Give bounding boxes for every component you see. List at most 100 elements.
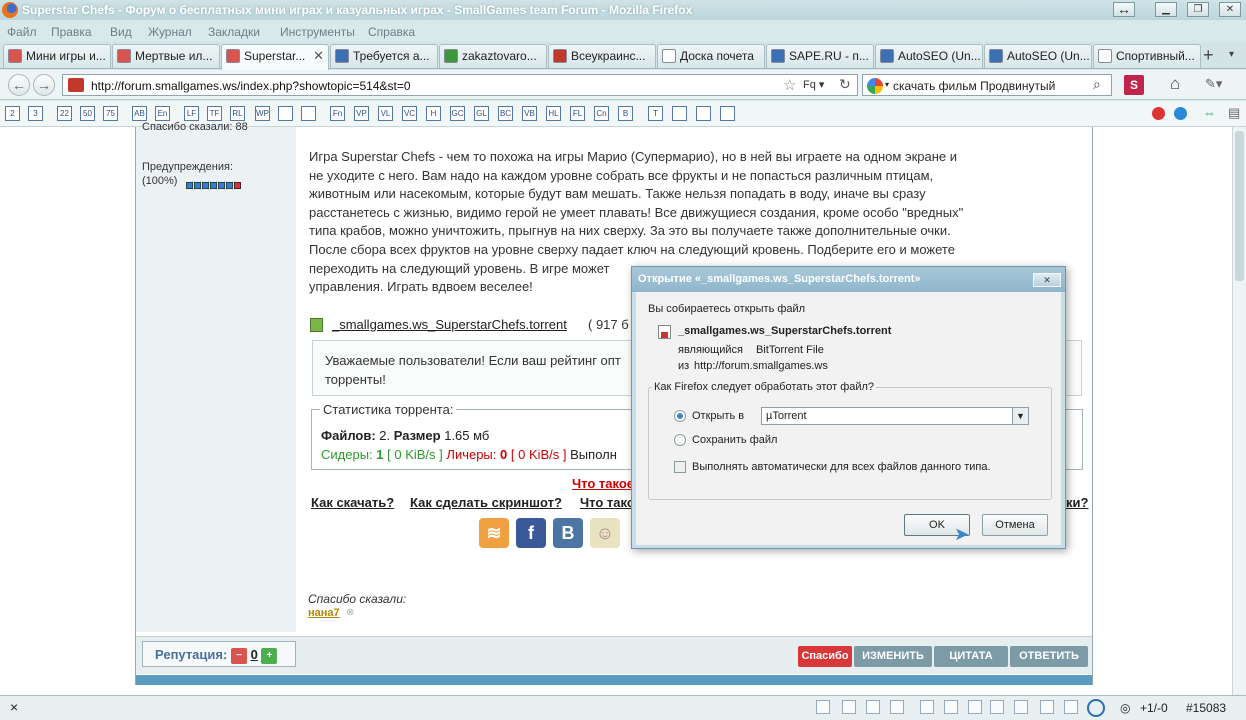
- tab-3[interactable]: Требуется а...: [330, 44, 438, 68]
- bbcode-button-17[interactable]: H: [426, 106, 441, 121]
- save-file-radio[interactable]: [674, 434, 686, 446]
- tab-list-chevron-icon[interactable]: ▾: [1229, 49, 1234, 60]
- page-scrollbar[interactable]: [1232, 127, 1246, 695]
- bbcode-button-18[interactable]: GC: [450, 106, 465, 121]
- cancel-button[interactable]: Отмена: [982, 514, 1048, 536]
- menu-tools[interactable]: Инструменты: [280, 25, 355, 39]
- bbcode-button-6[interactable]: En: [155, 106, 170, 121]
- bbcode-button-21[interactable]: VB: [522, 106, 537, 121]
- bbcode-button-4[interactable]: 75: [103, 106, 118, 121]
- tab-10[interactable]: Спортивный...: [1093, 44, 1201, 68]
- forward-arrow-icon[interactable]: →: [33, 74, 55, 96]
- bbcode-button-5[interactable]: AB: [132, 106, 147, 121]
- rep-down-icon[interactable]: −: [230, 647, 247, 664]
- tab-4[interactable]: zakaztovaro...: [439, 44, 547, 68]
- vkontakte-share-icon[interactable]: B: [553, 518, 583, 548]
- what-is-link-2[interactable]: Что тако: [580, 495, 635, 510]
- bbcode-button-1[interactable]: 3: [28, 106, 43, 121]
- bbcode-button-20[interactable]: BC: [498, 106, 513, 121]
- edit-button[interactable]: ИЗМЕНИТЬ: [854, 646, 932, 667]
- thanks-user-link[interactable]: нана7: [308, 607, 340, 619]
- status-extra-icon[interactable]: [1014, 700, 1028, 714]
- maximize-button[interactable]: ❐: [1187, 2, 1209, 17]
- home-icon[interactable]: ⌂: [1170, 74, 1180, 94]
- bbcode-button-10[interactable]: WP: [255, 106, 270, 121]
- resize-addon-icon[interactable]: ⇔: [1203, 105, 1216, 120]
- bbcode-button-8[interactable]: TF: [207, 106, 222, 121]
- facebook-share-icon[interactable]: f: [516, 518, 546, 548]
- what-is-link[interactable]: Что такое: [572, 476, 634, 491]
- bbcode-button-25[interactable]: B: [618, 106, 633, 121]
- back-arrow-icon[interactable]: ←: [8, 74, 30, 96]
- dialog-close-button[interactable]: ✕: [1033, 273, 1061, 287]
- auto-checkbox[interactable]: [674, 461, 686, 473]
- tab-1[interactable]: Мертвые ил...: [112, 44, 220, 68]
- open-with-radio[interactable]: [674, 410, 686, 422]
- quote-button[interactable]: ЦИТАТА: [934, 646, 1008, 667]
- url-bar[interactable]: http://forum.smallgames.ws/index.php?sho…: [62, 74, 858, 96]
- bbcode-button-11[interactable]: [278, 106, 293, 121]
- bbcode-button-2[interactable]: 22: [57, 106, 72, 121]
- thanks-button[interactable]: Спасибо: [798, 646, 852, 667]
- tab-7[interactable]: SAPE.RU - п...: [766, 44, 874, 68]
- tab-8[interactable]: AutoSEO (Un...: [875, 44, 983, 68]
- bbcode-button-19[interactable]: GL: [474, 106, 489, 121]
- faq-link-tail[interactable]: ки?: [1066, 495, 1088, 510]
- bbcode-button-22[interactable]: HL: [546, 106, 561, 121]
- bbcode-button-12[interactable]: [301, 106, 316, 121]
- minimize-button[interactable]: ▁: [1155, 2, 1177, 17]
- menu-bookmarks[interactable]: Закладки: [208, 25, 260, 39]
- bbcode-button-0[interactable]: 2: [5, 106, 20, 121]
- status-sync-icon[interactable]: [1087, 699, 1105, 717]
- bbcode-button-27[interactable]: [672, 106, 687, 121]
- feed-dropdown-icon[interactable]: Fq ▾: [803, 78, 824, 91]
- menu-file[interactable]: Файл: [7, 25, 37, 39]
- blue-addon-icon[interactable]: [1174, 107, 1187, 120]
- bbcode-button-26[interactable]: T: [648, 106, 663, 121]
- reply-button[interactable]: ОТВЕТИТЬ: [1010, 646, 1088, 667]
- status-box-icon[interactable]: [890, 700, 904, 714]
- addon-tool-icon[interactable]: ✎▾: [1205, 76, 1222, 92]
- scrollbar-thumb[interactable]: [1235, 131, 1244, 281]
- new-tab-plus-icon[interactable]: +: [1203, 45, 1214, 66]
- s-addon-icon[interactable]: S: [1124, 75, 1144, 95]
- status-tools-icon[interactable]: [1040, 700, 1054, 714]
- menu-help[interactable]: Справка: [368, 25, 415, 39]
- application-select[interactable]: µTorrent ▼: [761, 407, 1029, 425]
- tab-0[interactable]: Мини игры и...: [3, 44, 111, 68]
- how-to-download-link[interactable]: Как скачать?: [311, 495, 394, 510]
- bbcode-button-15[interactable]: VL: [378, 106, 393, 121]
- tab-close-icon[interactable]: ✕: [313, 48, 324, 64]
- torrent-attachment-link[interactable]: _smallgames.ws_SuperstarChefs.torrent: [332, 317, 567, 332]
- search-bar[interactable]: ▾ скачать фильм Продвинутый ⌕: [862, 74, 1112, 96]
- tab-6[interactable]: Доска почета: [657, 44, 765, 68]
- status-pen-icon[interactable]: [842, 700, 856, 714]
- red-addon-icon[interactable]: [1152, 107, 1165, 120]
- toolbar-more-icon[interactable]: ▤: [1228, 105, 1240, 121]
- bbcode-button-28[interactable]: [696, 106, 711, 121]
- status-window-icon[interactable]: [990, 700, 1004, 714]
- bookmark-star-icon[interactable]: ☆: [783, 76, 796, 94]
- menu-edit[interactable]: Правка: [51, 25, 92, 39]
- google-engine-icon[interactable]: [867, 78, 883, 94]
- menu-history[interactable]: Журнал: [148, 25, 192, 39]
- bbcode-button-24[interactable]: Cn: [594, 106, 609, 121]
- reload-icon[interactable]: ↻: [839, 76, 851, 93]
- remove-thanks-icon[interactable]: ⊗: [346, 607, 354, 618]
- status-grid-icon[interactable]: [866, 700, 880, 714]
- rss-share-icon[interactable]: ≋: [479, 518, 509, 548]
- status-copy-icon[interactable]: [944, 700, 958, 714]
- bookmark-share-icon[interactable]: ☺: [590, 518, 620, 548]
- bbcode-button-14[interactable]: VP: [354, 106, 369, 121]
- select-chevron-down-icon[interactable]: ▼: [1012, 408, 1028, 424]
- status-globe-icon[interactable]: ◎: [1120, 701, 1130, 715]
- status-plugin-icon[interactable]: [968, 700, 982, 714]
- tab-5[interactable]: Всеукраинс...: [548, 44, 656, 68]
- findbar-close-icon[interactable]: ×: [10, 699, 18, 715]
- status-page-icon[interactable]: [816, 700, 830, 714]
- how-to-screenshot-link[interactable]: Как сделать скриншот?: [410, 495, 562, 510]
- bbcode-button-13[interactable]: Fn: [330, 106, 345, 121]
- resize-arrows-icon[interactable]: ↔: [1113, 2, 1135, 17]
- bbcode-button-29[interactable]: [720, 106, 735, 121]
- bbcode-button-9[interactable]: RL: [230, 106, 245, 121]
